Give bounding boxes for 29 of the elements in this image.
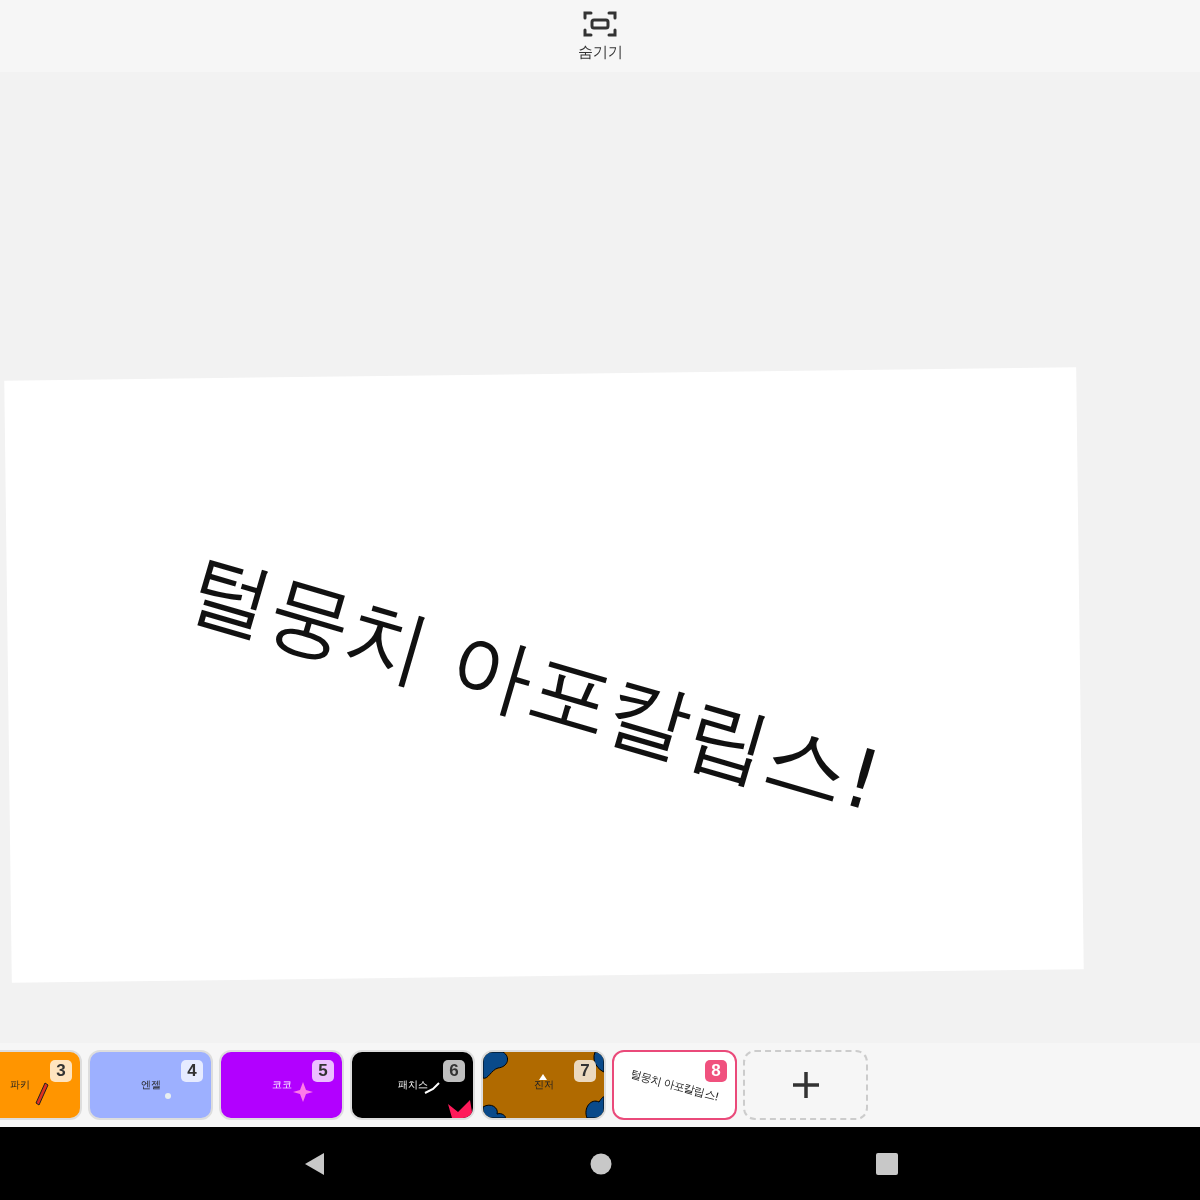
thumbnail-title: 코코 [271, 1078, 292, 1092]
slide-thumbnail[interactable]: 패치스 6 [350, 1050, 475, 1120]
corner-shape [448, 1098, 473, 1118]
thumbnail-title: 패치스 [397, 1078, 428, 1092]
thumbnail-title: 파키 [9, 1078, 30, 1092]
slide-number-badge: 5 [312, 1060, 334, 1082]
dot-icon [165, 1093, 171, 1099]
slide-number-badge: 6 [443, 1060, 465, 1082]
home-button[interactable] [590, 1152, 612, 1175]
slide-number-badge: 8 [705, 1060, 727, 1082]
recents-button[interactable] [876, 1152, 898, 1175]
slide-thumbnail[interactable]: 엔젤 4 [88, 1050, 213, 1120]
slide-thumbnail[interactable]: 진저 7 [481, 1050, 606, 1120]
blob-shape [483, 1052, 508, 1079]
thumbnail-title: 진저 [533, 1078, 554, 1092]
thumbnail-title: 엔젤 [140, 1078, 161, 1092]
hide-button[interactable]: 숨기기 [577, 0, 623, 72]
slide-thumbnail[interactable]: 코코 5 [219, 1050, 344, 1120]
pencil-icon [35, 1082, 49, 1106]
plus-icon [790, 1070, 821, 1100]
back-button[interactable] [304, 1151, 326, 1176]
slide-thumbnail[interactable]: 파키 3 [0, 1050, 82, 1120]
slide-number-badge: 7 [574, 1060, 596, 1082]
fullscreen-icon [582, 9, 618, 39]
slide-number-badge: 3 [50, 1060, 72, 1082]
add-slide-button[interactable] [743, 1050, 868, 1120]
slide-number-badge: 4 [181, 1060, 203, 1082]
blob-shape [583, 1096, 604, 1118]
sparkle-icon [293, 1082, 313, 1102]
